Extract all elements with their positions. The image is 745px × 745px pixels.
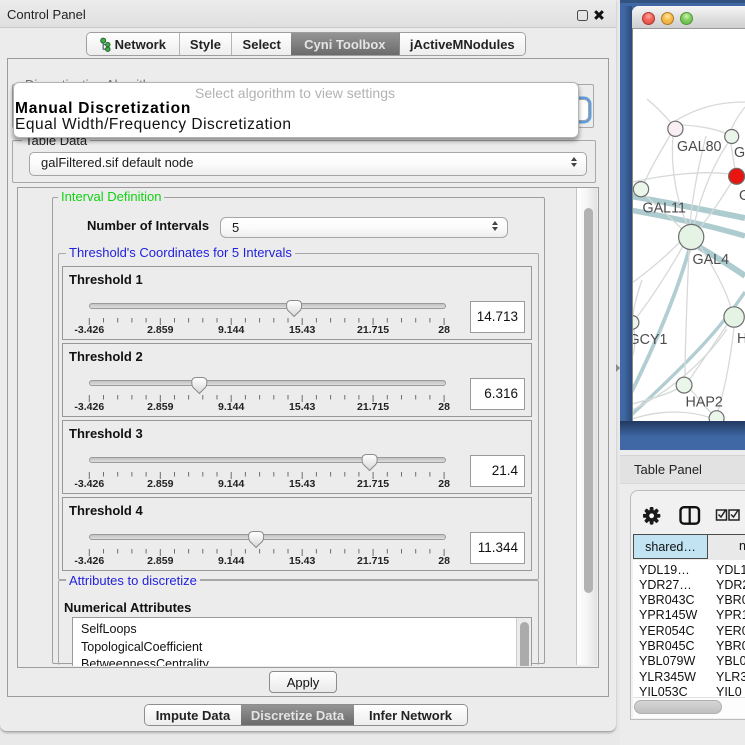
svg-text:GCY1: GCY1 [632,332,667,348]
svg-text:G: G [739,188,745,204]
svg-text:H: H [737,331,745,347]
svg-text:GAL4: GAL4 [693,252,730,268]
svg-text:HAP2: HAP2 [686,395,723,411]
svg-text:GAL80: GAL80 [677,139,722,155]
svg-text:GA: GA [734,145,745,161]
svg-text:GAL11: GAL11 [643,201,686,217]
